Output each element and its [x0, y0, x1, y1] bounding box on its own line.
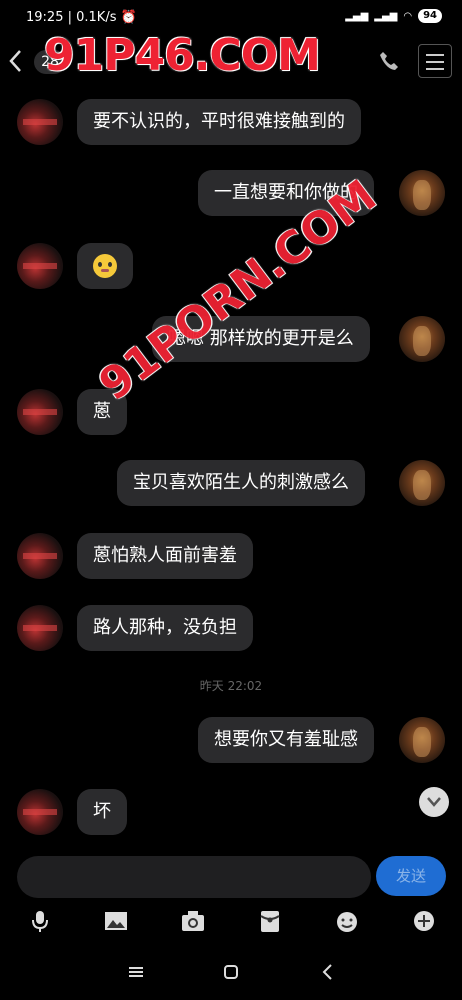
- back-icon[interactable]: [318, 962, 338, 982]
- avatar[interactable]: [17, 605, 63, 651]
- home-icon[interactable]: [221, 962, 241, 982]
- image-icon[interactable]: [103, 908, 129, 934]
- avatar[interactable]: [399, 717, 445, 763]
- wifi-icon: ◠: [403, 10, 413, 22]
- signal-icon-2: ▂▄▆: [374, 10, 398, 22]
- plus-icon[interactable]: [411, 908, 437, 934]
- menu-line: [426, 61, 444, 63]
- signal-icon: ▂▄▆: [345, 10, 369, 22]
- phone-call-button[interactable]: [378, 50, 400, 72]
- message-bubble[interactable]: [77, 243, 133, 289]
- chevron-left-icon: [9, 50, 21, 72]
- phone-icon: [380, 52, 398, 70]
- message-timestamp: 昨天 22:02: [199, 679, 263, 693]
- send-button[interactable]: 发送: [376, 856, 446, 896]
- composer-toolbar: [0, 908, 462, 938]
- message-bubble[interactable]: 路人那种，没负担: [77, 605, 253, 651]
- menu-icon[interactable]: [126, 962, 146, 982]
- menu-line: [426, 68, 444, 70]
- battery-indicator: 94: [418, 9, 442, 23]
- status-time: 19:25: [26, 10, 64, 25]
- avatar[interactable]: [17, 99, 63, 145]
- mic-icon[interactable]: [27, 908, 53, 934]
- camera-icon[interactable]: [180, 908, 206, 934]
- red-packet-icon[interactable]: [257, 908, 283, 934]
- alarm-icon: ⏰: [120, 10, 137, 25]
- message-input[interactable]: [17, 856, 371, 898]
- menu-line: [426, 54, 444, 56]
- avatar[interactable]: [17, 533, 63, 579]
- avatar[interactable]: [399, 460, 445, 506]
- chevron-down-icon: [427, 797, 441, 807]
- system-navbar: [0, 952, 462, 992]
- network-speed: 0.1K/s: [76, 10, 117, 25]
- emoji-icon[interactable]: [334, 908, 360, 934]
- chat-menu-button[interactable]: [418, 44, 452, 78]
- avatar[interactable]: [17, 243, 63, 289]
- status-right: ▂▄▆ ▂▄▆ ◠ 94: [345, 9, 442, 23]
- message-bubble[interactable]: 宝贝喜欢陌生人的刺激感么: [117, 460, 365, 506]
- message-bubble[interactable]: 坏: [77, 789, 127, 835]
- message-bubble[interactable]: 想要你又有羞耻感: [198, 717, 374, 763]
- status-bar: 19:25 | 0.1K/s ⏰ ▂▄▆ ▂▄▆ ◠ 94: [0, 0, 462, 34]
- avatar[interactable]: [399, 316, 445, 362]
- drooling-face-icon: [93, 254, 117, 278]
- message-bubble[interactable]: 要不认识的，平时很难接触到的: [77, 99, 361, 145]
- back-button[interactable]: [6, 48, 26, 74]
- avatar[interactable]: [17, 789, 63, 835]
- scroll-to-bottom-button[interactable]: [419, 787, 449, 817]
- avatar[interactable]: [17, 389, 63, 435]
- message-bubble[interactable]: 蒽怕熟人面前害羞: [77, 533, 253, 579]
- avatar[interactable]: [399, 170, 445, 216]
- watermark: 91P46.COM: [44, 30, 321, 81]
- status-left: 19:25 | 0.1K/s ⏰: [26, 10, 137, 25]
